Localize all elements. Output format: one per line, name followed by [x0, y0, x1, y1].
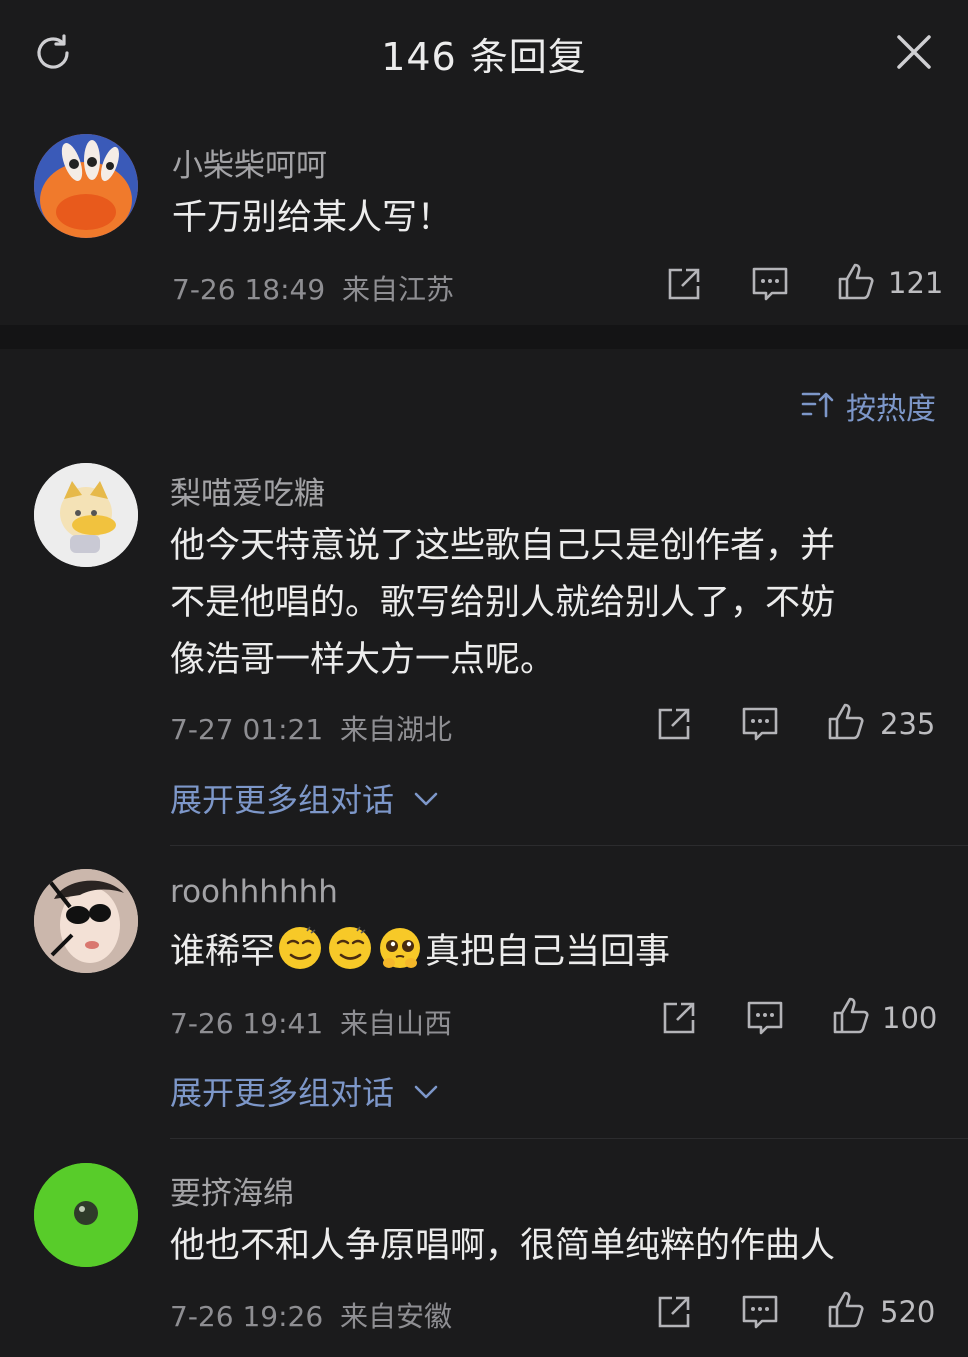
sort-label: 按热度 — [846, 392, 936, 427]
page-title: 146 条回复 — [381, 35, 587, 79]
comment-icon[interactable] — [745, 998, 785, 1038]
comment-icon[interactable] — [740, 1292, 780, 1332]
comment-location: 来自安徽 — [340, 1300, 453, 1333]
smirk-emoji-icon — [279, 926, 322, 969]
like-count: 520 — [880, 1295, 936, 1329]
share-icon[interactable] — [654, 704, 694, 744]
comment-line: 像浩哥一样大方一点呢。 — [170, 640, 556, 680]
close-icon[interactable] — [894, 32, 934, 72]
avatar-image — [34, 869, 138, 973]
avatar-image — [34, 463, 138, 567]
expand-conversation-link[interactable]: 展开更多组对话 — [170, 1068, 440, 1114]
comment-text: 千万别给某人写！ — [172, 198, 453, 238]
username[interactable]: roohhhhhh — [170, 874, 338, 910]
avatar-image — [34, 1163, 138, 1267]
comment-meta: 7-26 19:26 来自安徽 — [170, 1295, 452, 1335]
comment-time: 7-26 18:49 — [172, 273, 326, 306]
comment-text: 谁稀罕 真把自己当回事 — [170, 924, 670, 981]
comment-location: 来自山西 — [340, 1007, 453, 1040]
comment-time: 7-26 19:26 — [170, 1300, 324, 1333]
avatar[interactable] — [34, 1163, 138, 1267]
comment-location: 来自江苏 — [342, 273, 455, 306]
comment-icon[interactable] — [740, 704, 780, 744]
section-separator — [0, 325, 968, 349]
username[interactable]: 要挤海绵 — [170, 1168, 294, 1213]
smirk-emoji-icon — [329, 926, 372, 969]
like-icon[interactable] — [826, 702, 866, 742]
pleading-emoji-icon — [380, 928, 421, 968]
root-comment: 小柴柴呵呵 千万别给某人写！ 7-26 18:49 来自江苏 121 — [0, 110, 968, 325]
comment-meta: 7-26 19:41 来自山西 — [170, 1002, 452, 1042]
divider — [170, 1138, 968, 1139]
share-icon[interactable] — [659, 998, 699, 1038]
expand-label: 展开更多组对话 — [170, 781, 395, 819]
like-icon[interactable] — [826, 1290, 866, 1330]
username[interactable]: 小柴柴呵呵 — [172, 140, 327, 185]
comment-text: 他也不和人争原唱啊，很简单纯粹的作曲人 — [170, 1226, 836, 1266]
like-count: 121 — [888, 266, 944, 300]
comment-text-start: 谁稀罕 — [170, 932, 276, 972]
chevron-down-icon — [414, 1085, 438, 1099]
avatar-image — [34, 134, 138, 238]
like-count: 235 — [880, 707, 936, 741]
username[interactable]: 梨喵爱吃糖 — [170, 468, 325, 513]
like-icon[interactable] — [836, 262, 876, 302]
comment-time: 7-26 19:41 — [170, 1007, 324, 1040]
avatar[interactable] — [34, 134, 138, 238]
comment-location: 来自湖北 — [340, 713, 453, 746]
comment-meta: 7-27 01:21 来自湖北 — [170, 708, 452, 748]
avatar[interactable] — [34, 463, 138, 567]
comment-text-end: 真把自己当回事 — [425, 932, 671, 972]
like-count: 100 — [882, 1001, 938, 1035]
expand-conversation-link[interactable]: 展开更多组对话 — [170, 775, 440, 821]
share-icon[interactable] — [664, 264, 704, 304]
comment-meta: 7-26 18:49 来自江苏 — [172, 268, 454, 308]
comment-icon[interactable] — [750, 264, 790, 304]
comment-line: 不是他唱的。歌写给别人就给别人了，不妨 — [170, 583, 836, 623]
avatar[interactable] — [34, 869, 138, 973]
divider — [170, 845, 968, 846]
share-icon[interactable] — [654, 1292, 694, 1332]
like-icon[interactable] — [831, 996, 871, 1036]
expand-label: 展开更多组对话 — [170, 1074, 395, 1112]
comment-text: 他今天特意说了这些歌自己只是创作者，并 不是他唱的。歌写给别人就给别人了，不妨 … — [170, 518, 835, 689]
chevron-down-icon — [414, 792, 438, 806]
header: 146 条回复 — [0, 0, 968, 110]
sort-icon — [801, 392, 834, 418]
comment-line: 他今天特意说了这些歌自己只是创作者，并 — [170, 526, 836, 566]
comment-time: 7-27 01:21 — [170, 713, 324, 746]
